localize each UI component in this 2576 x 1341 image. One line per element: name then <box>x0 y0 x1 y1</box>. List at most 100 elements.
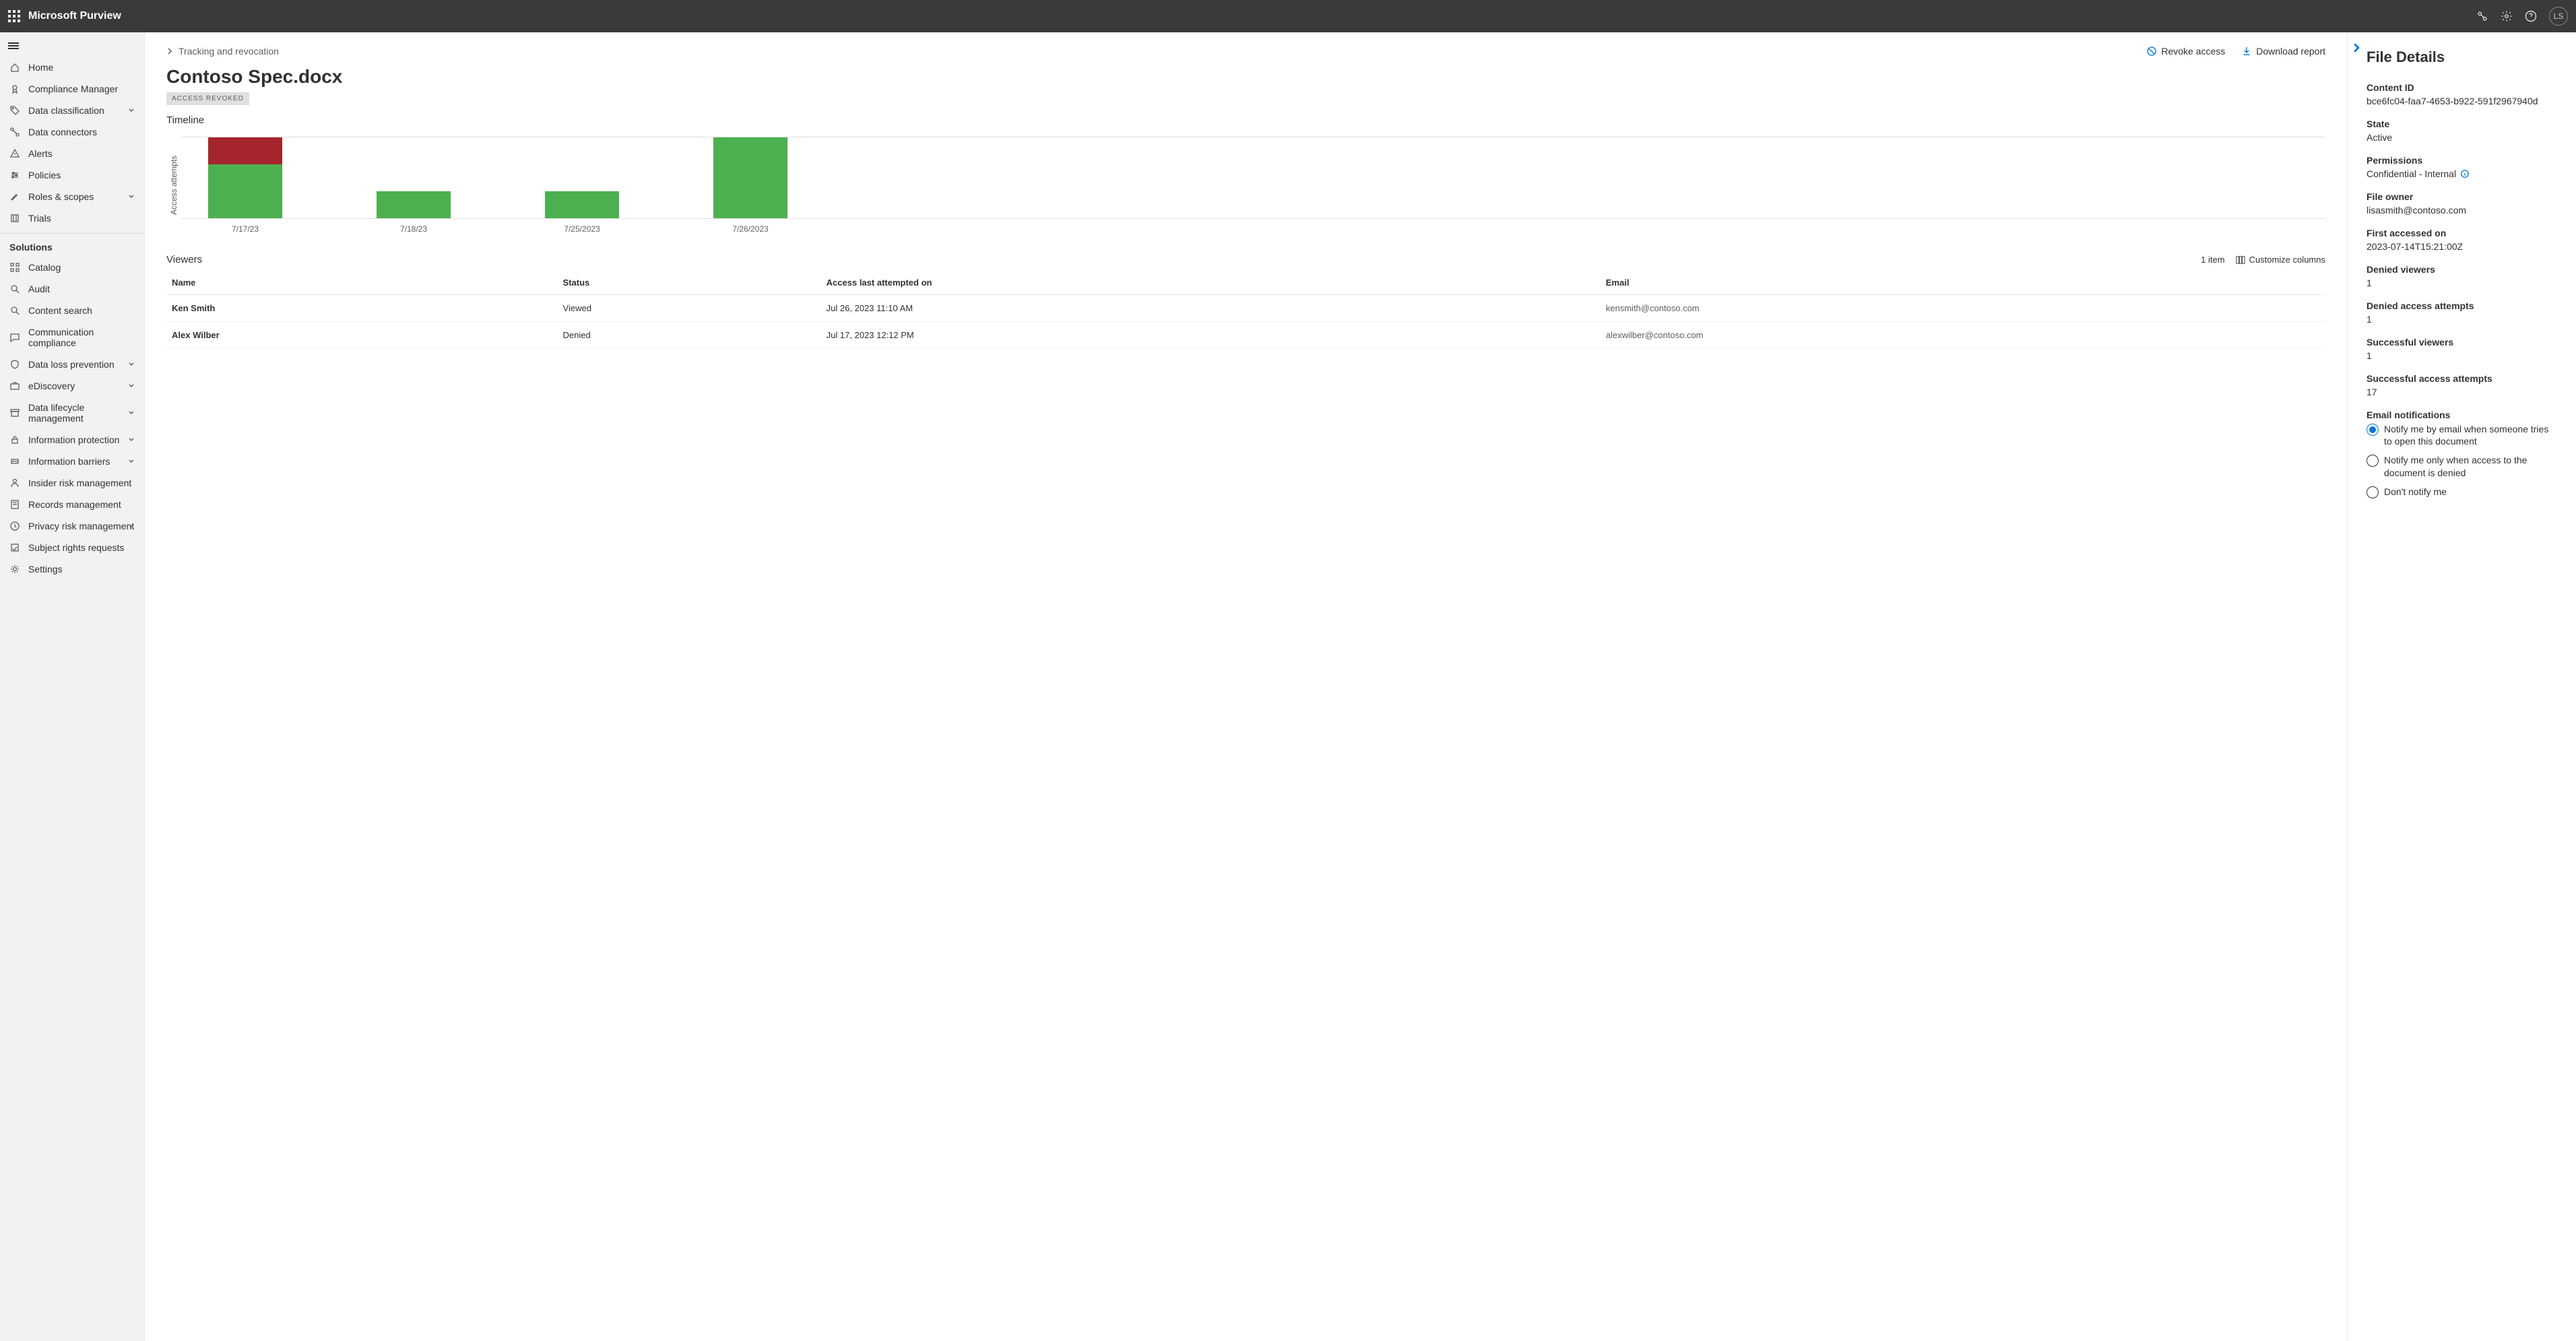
sidebar-item-alerts[interactable]: Alerts <box>0 143 144 164</box>
sidebar-label: Alerts <box>28 148 53 159</box>
email-notifications-label: Email notifications <box>2366 410 2557 420</box>
customize-columns-button[interactable]: Customize columns <box>2236 255 2325 265</box>
sidebar-label: Data loss prevention <box>28 359 115 370</box>
sidebar-item-audit[interactable]: Audit <box>0 278 144 300</box>
chevron-down-icon <box>128 193 135 200</box>
connectors-icon <box>9 127 20 137</box>
help-icon[interactable] <box>2525 10 2537 22</box>
chevron-down-icon <box>128 410 135 416</box>
table-row[interactable]: Ken SmithViewedJul 26, 2023 11:10 AMkens… <box>166 295 2325 322</box>
wrench-icon <box>9 191 20 202</box>
notification-option-2[interactable]: Don't notify me <box>2366 486 2557 498</box>
radio-label: Notify me by email when someone tries to… <box>2384 423 2557 447</box>
sidebar-item-data-lifecycle[interactable]: Data lifecycle management <box>0 397 144 429</box>
col-email[interactable]: Email <box>1601 271 2325 295</box>
sidebar-item-settings[interactable]: Settings <box>0 558 144 580</box>
notification-option-0[interactable]: Notify me by email when someone tries to… <box>2366 423 2557 447</box>
sidebar-item-communication-compliance[interactable]: Communication compliance <box>0 321 144 354</box>
sidebar-item-home[interactable]: Home <box>0 57 144 78</box>
records-icon <box>9 499 20 510</box>
sidebar-item-records[interactable]: Records management <box>0 494 144 515</box>
chevron-right-icon <box>166 48 173 55</box>
chat-icon <box>9 332 20 343</box>
detail-first_accessed: First accessed on2023-07-14T15:21:00Z <box>2366 228 2557 252</box>
chart-segment-successful <box>545 191 619 218</box>
sidebar-item-content-search[interactable]: Content search <box>0 300 144 321</box>
radio-icon <box>2366 455 2379 467</box>
chevron-down-icon <box>128 436 135 443</box>
chart-bar <box>545 191 619 218</box>
chart-xlabel: 7/18/23 <box>377 224 451 234</box>
chevron-down-icon <box>128 107 135 114</box>
sidebar-item-policies[interactable]: Policies <box>0 164 144 186</box>
sidebar-label: Content search <box>28 305 92 316</box>
privacy-icon <box>9 521 20 531</box>
chevron-down-icon <box>128 383 135 389</box>
sidebar-item-trials[interactable]: Trials <box>0 207 144 229</box>
sidebar-label: Settings <box>28 564 63 575</box>
search-icon <box>9 305 20 316</box>
notification-option-1[interactable]: Notify me only when access to the docume… <box>2366 454 2557 478</box>
detail-content_id: Content IDbce6fc04-faa7-4653-b922-591f29… <box>2366 82 2557 106</box>
sidebar-label: Home <box>28 62 53 73</box>
chart-segment-denied <box>208 137 282 164</box>
sidebar-item-privacy-risk[interactable]: Privacy risk management <box>0 515 144 537</box>
sidebar-label: Roles & scopes <box>28 191 94 202</box>
sidebar-item-subject-rights[interactable]: Subject rights requests <box>0 537 144 558</box>
sidebar-item-insider-risk[interactable]: Insider risk management <box>0 472 144 494</box>
sidebar: Home Compliance Manager Data classificatio… <box>0 32 145 1341</box>
chart-xlabel: 7/25/2023 <box>545 224 619 234</box>
detail-owner: File ownerlisasmith@contoso.com <box>2366 191 2557 216</box>
col-name[interactable]: Name <box>166 271 558 295</box>
download-report-button[interactable]: Download report <box>2241 46 2325 57</box>
table-row[interactable]: Alex WilberDeniedJul 17, 2023 12:12 PMal… <box>166 322 2325 349</box>
app-launcher-icon[interactable] <box>8 10 20 22</box>
shield-icon <box>9 359 20 370</box>
file-details-panel: File Details Content IDbce6fc04-faa7-465… <box>2347 32 2576 1341</box>
sidebar-label: Catalog <box>28 262 61 273</box>
collapse-panel-icon[interactable] <box>2352 43 2361 53</box>
sidebar-label: Data classification <box>28 105 104 116</box>
user-avatar[interactable]: LS <box>2549 7 2568 26</box>
sidebar-label: Records management <box>28 499 121 510</box>
sidebar-label: Communication compliance <box>28 327 135 348</box>
col-last[interactable]: Access last attempted on <box>821 271 1601 295</box>
detail-denied_attempts: Denied access attempts1 <box>2366 300 2557 325</box>
info-icon[interactable] <box>2460 169 2470 178</box>
viewers-heading: Viewers <box>166 254 202 265</box>
sidebar-label: Data connectors <box>28 127 97 137</box>
sidebar-toggle[interactable] <box>0 35 144 57</box>
sidebar-label: Privacy risk management <box>28 521 134 531</box>
col-status[interactable]: Status <box>558 271 821 295</box>
tag-icon <box>9 105 20 116</box>
sidebar-item-roles-scopes[interactable]: Roles & scopes <box>0 186 144 207</box>
diagnostics-icon[interactable] <box>2476 10 2488 22</box>
sidebar-label: Policies <box>28 170 61 181</box>
status-badge: ACCESS REVOKED <box>166 92 249 105</box>
viewers-table: Name Status Access last attempted on Ema… <box>166 271 2325 349</box>
request-icon <box>9 542 20 553</box>
sidebar-item-compliance-manager[interactable]: Compliance Manager <box>0 78 144 100</box>
sidebar-item-info-protection[interactable]: Information protection <box>0 429 144 451</box>
chart-bar <box>713 137 787 218</box>
barrier-icon <box>9 456 20 467</box>
details-title: File Details <box>2366 48 2557 66</box>
sidebar-label: Data lifecycle management <box>28 402 135 424</box>
sidebar-item-info-barriers[interactable]: Information barriers <box>0 451 144 472</box>
chart-xlabel: 7/26/2023 <box>713 224 787 234</box>
item-count: 1 item <box>2201 255 2224 265</box>
sidebar-item-data-connectors[interactable]: Data connectors <box>0 121 144 143</box>
revoke-access-button[interactable]: Revoke access <box>2146 46 2225 57</box>
chevron-down-icon <box>128 361 135 368</box>
breadcrumb[interactable]: Tracking and revocation <box>179 46 279 57</box>
briefcase-icon <box>9 381 20 391</box>
settings-icon[interactable] <box>2501 10 2513 22</box>
sidebar-item-dlp[interactable]: Data loss prevention <box>0 354 144 375</box>
chart-ylabel: Access attempts <box>166 137 181 234</box>
chart-bar <box>208 137 282 218</box>
grid-icon <box>9 262 20 273</box>
sidebar-item-catalog[interactable]: Catalog <box>0 257 144 278</box>
sidebar-item-data-classification[interactable]: Data classification <box>0 100 144 121</box>
sliders-icon <box>9 170 20 181</box>
sidebar-item-ediscovery[interactable]: eDiscovery <box>0 375 144 397</box>
